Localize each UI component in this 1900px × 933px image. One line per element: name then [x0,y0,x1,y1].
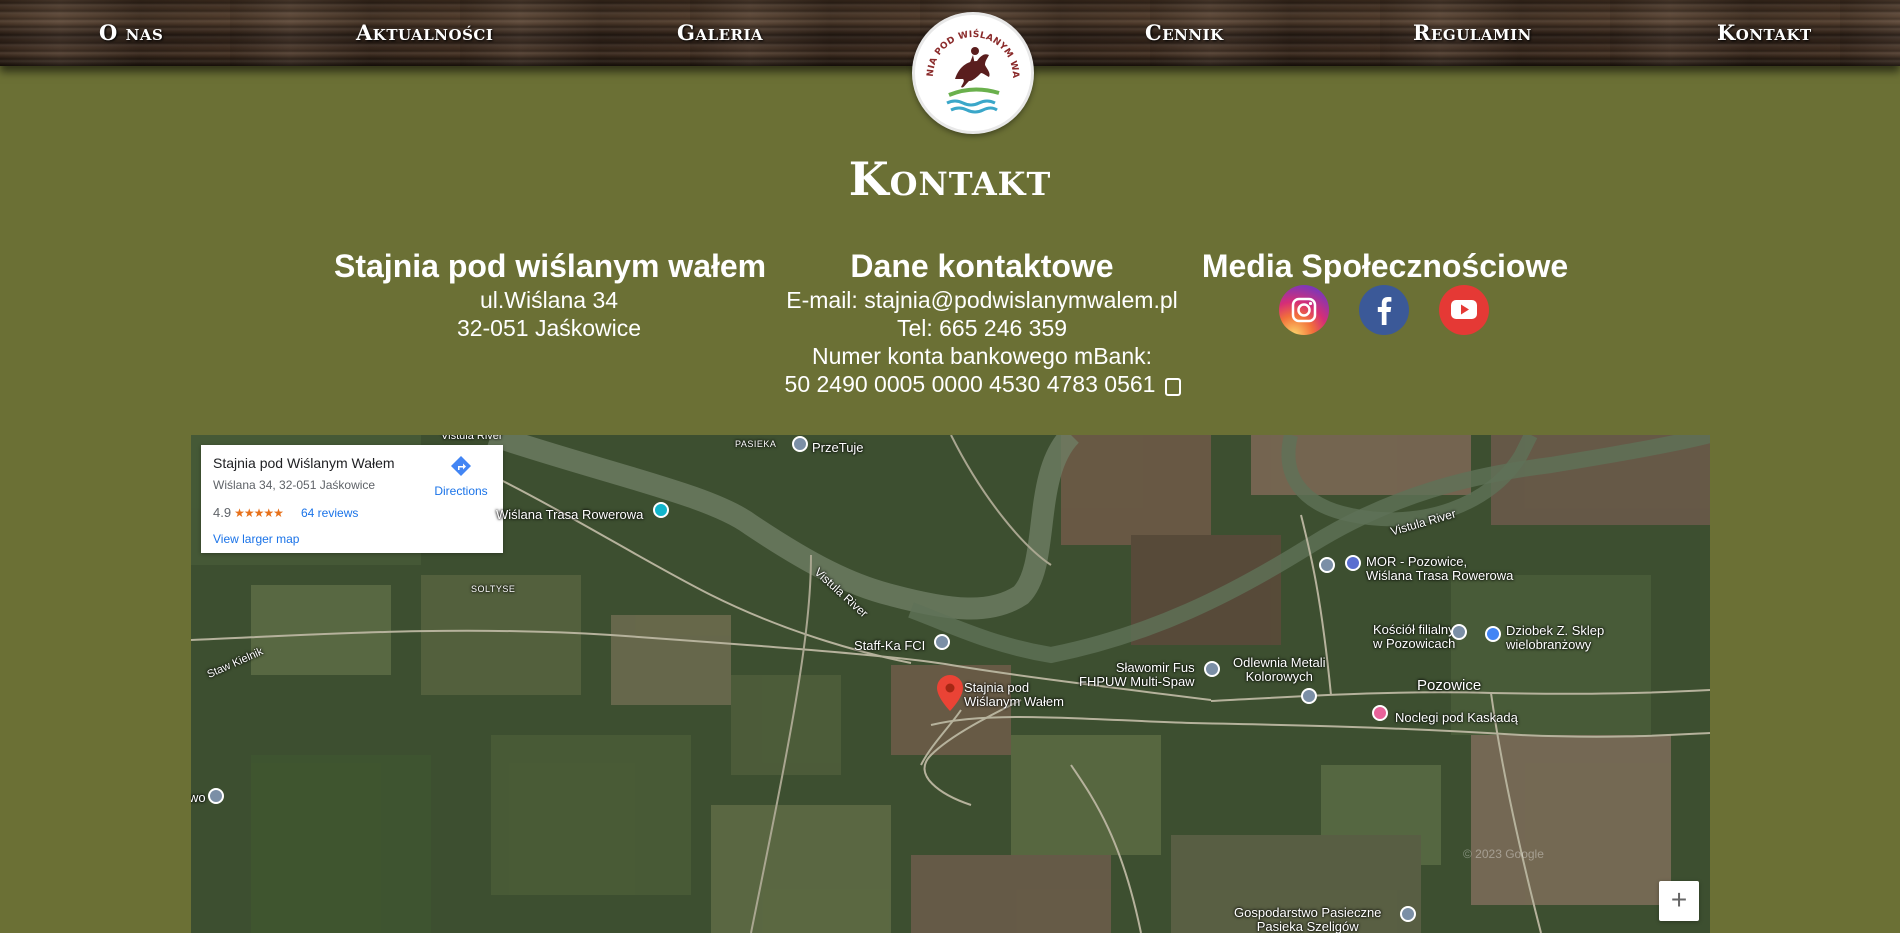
map-label-mor: MOR - Pozowice, Wiślana Trasa Rowerowa [1366,554,1514,583]
contact-phone[interactable]: Tel: 665 246 359 [772,314,1192,342]
lodging-poi-icon[interactable] [1372,705,1388,721]
site-logo[interactable]: STAJNIA POD WIŚLANYM WAŁEM [912,12,1034,134]
map-label-przetuje: PrzeTuje [812,440,864,455]
zoom-in-button[interactable]: + [1659,881,1699,921]
poi-pin-icon[interactable] [1301,688,1317,704]
copy-icon[interactable] [1163,375,1182,396]
contact-section: Dane kontaktowe E-mail: stajnia@podwisla… [772,246,1192,398]
map-label-soltyse: SOLTYSE [471,584,516,594]
map-label-trasa-rowerowa: Wiślana Trasa Rowerowa [496,507,644,522]
map-reviews-link[interactable]: 64 reviews [301,506,358,520]
social-heading: Media Społecznościowe [1201,248,1569,284]
poi-pin-icon[interactable] [208,788,224,804]
map-label-stajnia: Stajnia pod Wiślanym Wałem [964,680,1064,709]
map-label-vistula-top: Vistula River [441,435,503,442]
map-label-staff-ka: Staff-Ka FCI [854,638,926,653]
poi-pin-icon[interactable] [1319,557,1335,573]
nav-link-aktualnosci[interactable]: Aktualności [356,20,493,45]
location-marker-icon[interactable] [937,675,963,711]
bank-account-row: 50 2490 0005 0000 4530 4783 0561 [772,370,1192,398]
nav-link-regulamin[interactable]: Regulamin [1413,20,1532,45]
nav-link-kontakt[interactable]: Kontakt [1717,20,1812,45]
map-label-slawomir: Sławomir Fus FHPUW Multi-Spaw [1079,660,1195,689]
directions-label: Directions [434,484,488,498]
map-rating-stars: ★★★★★ [234,506,284,520]
contact-email[interactable]: E-mail: stajnia@podwislanymwalem.pl [772,286,1192,314]
instagram-icon[interactable] [1279,285,1329,335]
address-city: 32-051 Jaśkowice [456,315,642,341]
poi-pin-icon[interactable] [934,634,950,650]
poi-pin-icon[interactable] [792,436,808,452]
map-rating: 4.9 ★★★★★ [213,505,284,520]
address-section: Stajnia pod wiślanym wałem ul.Wiślana 34… [334,246,767,342]
map-rating-value: 4.9 [213,505,232,520]
bank-label: Numer konta bankowego mBank: [811,343,1153,369]
poi-pin-icon[interactable] [1400,906,1416,922]
address-heading: Stajnia pod wiślanym wałem [334,248,767,284]
youtube-icon[interactable] [1439,285,1489,335]
map-label-dziobek: Dziobek Z. Sklep wielobranżowy [1506,623,1605,652]
nav-link-cennik[interactable]: Cennik [1145,20,1224,45]
nav-link-o-nas[interactable]: O nas [99,20,163,45]
map-label-kosciol: Kościół filialny w Pozowicach [1373,622,1456,651]
bank-account-number: 50 2490 0005 0000 4530 4783 0561 [784,371,1156,397]
directions-button[interactable]: Directions [426,455,496,498]
address-street: ul.Wiślana 34 [479,287,619,313]
google-map[interactable]: Stajnia pod Wiślanym Wałem Wiślana 34, 3… [191,435,1710,933]
church-poi-icon[interactable] [1451,624,1467,640]
map-label-pasieka: PASIEKA [735,439,777,449]
poi-pin-icon[interactable] [1204,661,1220,677]
shop-poi-icon[interactable] [1485,626,1501,642]
map-label-noclegi: Noclegi pod Kaskadą [1395,710,1518,725]
map-place-name: Stajnia pod Wiślanym Wałem [213,455,395,471]
map-label-pozowice: Pozowice [1417,677,1482,694]
contact-heading: Dane kontaktowe [850,248,1114,284]
map-label-odlewnia: Odlewnia Metali Kolorowych [1233,655,1326,684]
facebook-icon[interactable] [1359,285,1409,335]
page-title: Kontakt [848,152,1052,206]
nav-link-galeria[interactable]: Galeria [677,20,763,45]
map-place-address: Wiślana 34, 32-051 Jaśkowice [213,478,376,492]
directions-icon [451,456,471,476]
map-info-card: Stajnia pod Wiślanym Wałem Wiślana 34, 3… [201,445,503,553]
map-label-gospodarstwo: Gospodarstwo Pasieczne Pasieka Szeligów [1234,905,1382,933]
parking-poi-icon[interactable] [1345,555,1361,571]
camera-poi-icon[interactable] [653,502,669,518]
social-section: Media Społecznościowe [1200,246,1570,286]
map-label-wo: wo [191,790,206,805]
horse-logo-icon: STAJNIA POD WIŚLANYM WAŁEM [915,15,1020,114]
view-larger-map-link[interactable]: View larger map [213,532,299,546]
map-copyright: © 2023 Google [1463,847,1544,861]
